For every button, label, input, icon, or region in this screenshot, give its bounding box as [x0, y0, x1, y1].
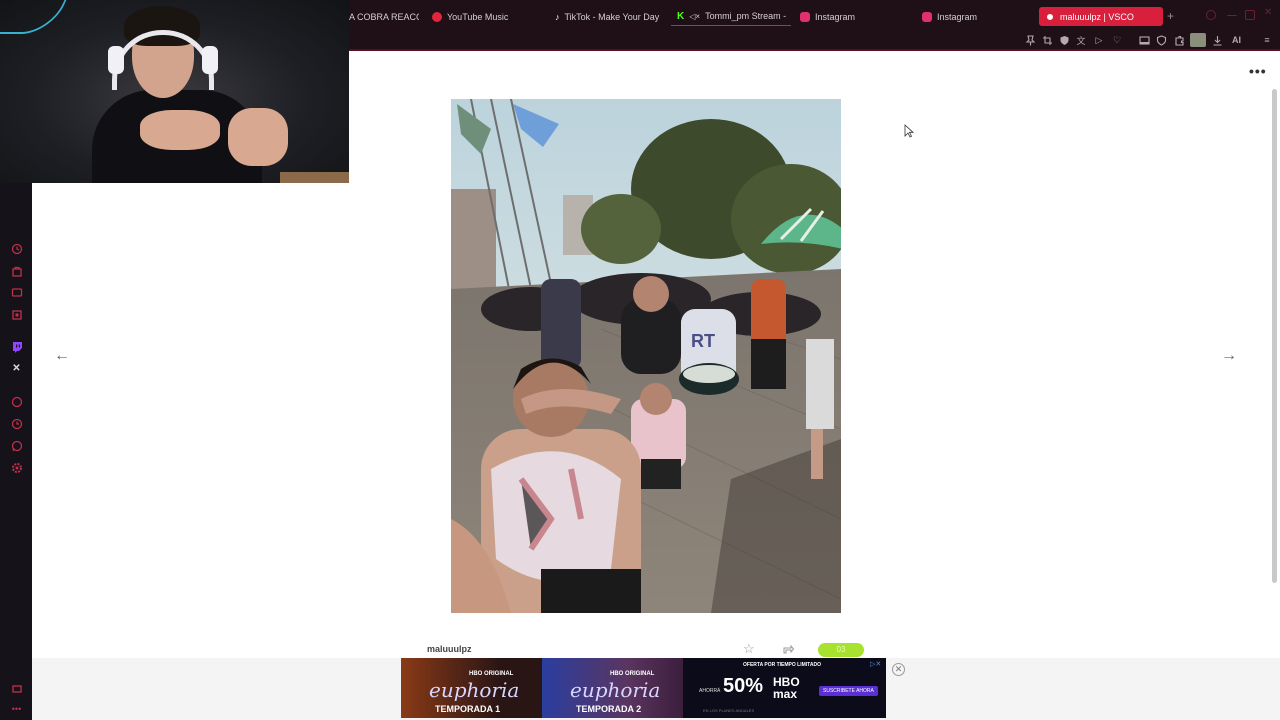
offer-headline: OFERTA POR TIEMPO LIMITADO	[743, 662, 821, 668]
maximize-icon[interactable]	[1245, 10, 1255, 20]
translate-icon[interactable]: 文	[1075, 34, 1087, 46]
tab-bar: A COBRA REACC YouTube Music ♪ TikTok - M…	[349, 0, 1280, 33]
streamer-hand	[140, 110, 220, 150]
sidebar-toggle-icon[interactable]	[1138, 34, 1150, 46]
post-badge[interactable]: 03	[818, 643, 864, 657]
repost-icon[interactable]	[781, 643, 795, 657]
profile-avatar[interactable]	[1190, 33, 1206, 47]
whatsapp-icon[interactable]	[10, 439, 23, 452]
tab-instagram-1[interactable]: Instagram ✕	[794, 7, 912, 26]
euphoria-title-1: euphoria	[429, 678, 520, 702]
ad-choices-icon[interactable]: ▷✕	[870, 660, 881, 668]
clock-icon[interactable]	[10, 417, 23, 430]
tab-label: TikTok - Make Your Day	[564, 11, 660, 22]
tab-youtube-music[interactable]: YouTube Music	[426, 7, 544, 26]
heart-icon[interactable]: ♡	[1111, 34, 1123, 46]
ad-banner-area: HBO ORIGINAL euphoria TEMPORADA 1 HBO OR…	[32, 658, 1280, 720]
ad-offer-panel[interactable]: OFERTA POR TIEMPO LIMITADO AHORRÁ 50% HB…	[683, 658, 886, 718]
history-icon[interactable]	[10, 242, 23, 255]
ai-label: AI	[1232, 35, 1241, 45]
mouse-cursor-icon	[904, 124, 914, 138]
ad-panel-season-1[interactable]: HBO ORIGINAL euphoria TEMPORADA 1	[401, 658, 542, 718]
download-icon[interactable]	[1211, 34, 1223, 46]
muted-speaker-icon[interactable]: ◁×	[689, 12, 700, 21]
instagram-icon	[800, 11, 810, 22]
pinboard-icon[interactable]	[10, 682, 23, 695]
tab-label: maluuulpz | VSCO	[1060, 11, 1134, 22]
post-username[interactable]: maluuulpz	[427, 644, 472, 654]
streamer-webcam	[0, 0, 349, 183]
offer-percent: 50%	[723, 675, 764, 697]
more-options-icon[interactable]: •••	[1249, 64, 1267, 78]
hbo-ad[interactable]: HBO ORIGINAL euphoria TEMPORADA 1 HBO OR…	[401, 658, 886, 718]
streamer-hand	[228, 108, 288, 166]
address-toolbar: 文 ▷ ♡ AI ≡	[349, 33, 1280, 51]
next-arrow-icon[interactable]: →	[1219, 346, 1239, 366]
screen: ✕ ••• A COBRA REACC YouTube Music ♪ TikT…	[0, 0, 1280, 720]
season-1-label: TEMPORADA 1	[435, 704, 501, 714]
tab-vsco-active[interactable]: maluuulpz | VSCO	[1039, 7, 1163, 26]
new-tab-icon[interactable]: +	[1167, 9, 1174, 23]
previous-arrow-icon[interactable]: ←	[52, 346, 72, 366]
pin-icon[interactable]	[1024, 34, 1036, 46]
ai-button[interactable]: AI	[1232, 35, 1241, 45]
tab-label: YouTube Music	[447, 11, 509, 22]
post-meta: maluuulpz ☆ 03	[427, 642, 867, 659]
bag-icon[interactable]	[10, 264, 23, 277]
hbo-max-logo: HBO max	[773, 676, 800, 700]
more-sidebar-icon[interactable]: •••	[10, 702, 23, 715]
tab-instagram-2[interactable]: Instagram	[916, 7, 1036, 26]
tiktok-icon: ♪	[555, 11, 560, 22]
headset-ear-left	[108, 46, 124, 74]
svg-text:RT: RT	[691, 331, 715, 351]
headset-ear-right	[202, 46, 218, 74]
tab-tiktok[interactable]: ♪ TikTok - Make Your Day	[549, 7, 667, 26]
tab-cobra[interactable]: A COBRA REACC	[349, 7, 419, 26]
close-window-icon[interactable]: ✕	[1264, 7, 1274, 18]
close-ad-icon[interactable]: ✕	[892, 663, 905, 676]
favorite-star-icon[interactable]: ☆	[743, 642, 757, 656]
shield-icon[interactable]	[1058, 34, 1070, 46]
messenger-icon[interactable]	[10, 286, 23, 299]
menu-icon[interactable]: ≡	[1261, 34, 1273, 46]
tab-kick-stream[interactable]: K ◁× Tommi_pm Stream -	[671, 7, 791, 26]
kick-icon: K	[677, 10, 685, 22]
play-icon[interactable]: ▷	[1093, 34, 1105, 46]
tab-label: Instagram	[815, 11, 856, 22]
vpn-shield-icon[interactable]	[1155, 34, 1167, 46]
twitch-icon[interactable]	[10, 340, 23, 353]
hbo-original-label: HBO ORIGINAL	[610, 671, 655, 677]
tab-label: Instagram	[937, 11, 978, 22]
vsco-icon	[1045, 11, 1055, 22]
season-2-label: TEMPORADA 2	[576, 704, 642, 714]
player-icon[interactable]	[10, 308, 23, 321]
extensions-icon[interactable]	[1173, 34, 1185, 46]
x-twitter-icon[interactable]: ✕	[10, 362, 23, 375]
tab-label: Tommi_pm Stream -	[705, 11, 787, 21]
offer-save-label: AHORRÁ	[699, 688, 721, 694]
tab-label: A COBRA REACC	[349, 11, 419, 22]
neon-light	[0, 0, 70, 34]
minimize-icon[interactable]	[1227, 15, 1237, 17]
settings-icon[interactable]	[10, 461, 23, 474]
offer-fine-print: EN LOS PLANES ANUALES	[703, 708, 755, 713]
hbo-original-label: HBO ORIGINAL	[469, 671, 514, 677]
post-photo[interactable]: RT	[451, 99, 841, 613]
euphoria-title-2: euphoria	[570, 678, 661, 702]
max-logo-text: max	[773, 687, 798, 701]
ad-panel-season-2[interactable]: HBO ORIGINAL euphoria TEMPORADA 2	[542, 658, 683, 718]
search-tabs-icon[interactable]	[1206, 10, 1216, 20]
screenshot-icon[interactable]	[1041, 34, 1053, 46]
subscribe-button[interactable]: SUSCRIBETE AHORA	[819, 686, 878, 696]
desk	[280, 172, 349, 183]
scrollbar[interactable]	[1272, 89, 1277, 583]
circle-icon[interactable]	[10, 395, 23, 408]
photo-illustration: RT	[451, 99, 841, 613]
instagram-icon	[922, 11, 932, 22]
youtube-music-icon	[432, 11, 442, 22]
